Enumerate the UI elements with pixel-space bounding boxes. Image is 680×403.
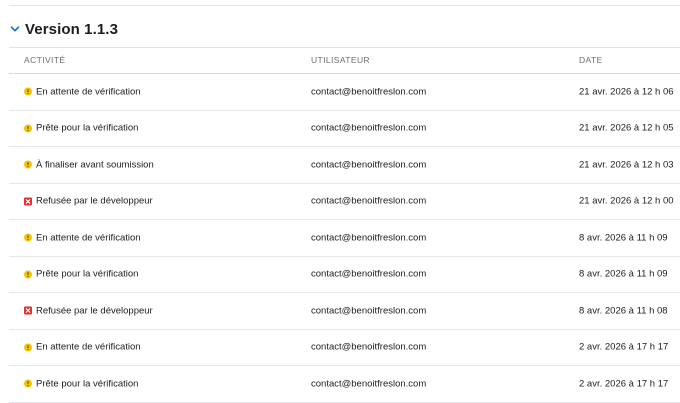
column-header-activity: ACTIVITÉ	[24, 55, 66, 65]
table-row[interactable]: Prête pour la vérification contact@benoit…	[9, 257, 680, 293]
user-email: contact@benoitfreslon.com	[311, 232, 427, 244]
warning-circle-icon	[24, 87, 32, 96]
user-email: contact@benoitfreslon.com	[311, 341, 427, 353]
activity-table: ACTIVITÉ UTILISATEUR DATE En attente de …	[9, 47, 680, 403]
warning-circle-icon	[24, 124, 32, 133]
activity-label: Prête pour la vérification	[36, 378, 139, 390]
activity-date: 21 avr. 2026 à 12 h 05	[579, 122, 674, 134]
activity-cell: Prête pour la vérification	[24, 123, 138, 134]
warning-circle-icon	[24, 379, 32, 388]
activity-label: En attente de vérification	[36, 86, 141, 98]
warning-circle-icon	[24, 270, 32, 279]
activity-cell: En attente de vérification	[24, 342, 141, 353]
user-email: contact@benoitfreslon.com	[311, 159, 427, 171]
activity-cell: À finaliser avant soumission	[24, 159, 154, 170]
activity-label: Refusée par le développeur	[36, 305, 153, 317]
activity-cell: En attente de vérification	[24, 232, 141, 243]
activity-date: 8 avr. 2026 à 11 h 09	[579, 232, 668, 244]
version-title: Version 1.1.3	[25, 20, 119, 38]
rejected-x-icon	[24, 306, 32, 315]
user-email: contact@benoitfreslon.com	[311, 268, 427, 280]
activity-label: À finaliser avant soumission	[36, 159, 154, 171]
user-email: contact@benoitfreslon.com	[311, 195, 427, 207]
activity-date: 21 avr. 2026 à 12 h 06	[579, 86, 674, 98]
activity-date: 8 avr. 2026 à 11 h 08	[579, 305, 668, 317]
table-row[interactable]: À finaliser avant soumission contact@beno…	[9, 147, 680, 184]
top-divider	[9, 5, 680, 6]
warning-circle-icon	[24, 343, 32, 352]
rejected-x-icon	[24, 197, 32, 206]
table-row[interactable]: Prête pour la vérification contact@benoit…	[9, 111, 680, 147]
activity-date: 21 avr. 2026 à 12 h 00	[579, 195, 674, 207]
table-row[interactable]: En attente de vérification contact@benoit…	[9, 220, 680, 257]
activity-cell: Refusée par le développeur	[24, 305, 153, 316]
activity-cell: Refusée par le développeur	[24, 196, 153, 207]
activity-label: Refusée par le développeur	[36, 195, 153, 207]
activity-label: Prête pour la vérification	[36, 268, 139, 280]
table-row[interactable]: Refusée par le développeur contact@benoit…	[9, 184, 680, 220]
table-row[interactable]: Refusée par le développeur contact@benoit…	[9, 293, 680, 330]
user-email: contact@benoitfreslon.com	[311, 378, 427, 390]
user-email: contact@benoitfreslon.com	[311, 86, 427, 98]
table-row[interactable]: En attente de vérification contact@benoit…	[9, 74, 680, 111]
activity-label: En attente de vérification	[36, 341, 141, 353]
warning-circle-icon	[24, 233, 32, 242]
activity-cell: Prête pour la vérification	[24, 378, 138, 389]
activity-label: Prête pour la vérification	[36, 122, 139, 134]
activity-cell: En attente de vérification	[24, 86, 141, 97]
version-section-toggle[interactable]: Version 1.1.3	[9, 19, 118, 39]
column-header-user: UTILISATEUR	[311, 55, 371, 65]
user-email: contact@benoitfreslon.com	[311, 305, 427, 317]
column-header-date: DATE	[579, 55, 603, 65]
activity-label: En attente de vérification	[36, 232, 141, 244]
table-row[interactable]: En attente de vérification contact@benoit…	[9, 330, 680, 366]
user-email: contact@benoitfreslon.com	[311, 122, 427, 134]
activity-date: 21 avr. 2026 à 12 h 03	[579, 159, 674, 171]
activity-cell: Prête pour la vérification	[24, 269, 138, 280]
chevron-down-icon	[9, 23, 21, 35]
table-body: En attente de vérification contact@benoit…	[9, 74, 680, 403]
table-row[interactable]: Prête pour la vérification contact@benoit…	[9, 366, 680, 403]
activity-date: 2 avr. 2026 à 17 h 17	[579, 341, 669, 353]
activity-date: 2 avr. 2026 à 17 h 17	[579, 378, 669, 390]
table-header: ACTIVITÉ UTILISATEUR DATE	[9, 47, 680, 74]
warning-circle-icon	[24, 160, 32, 169]
activity-date: 8 avr. 2026 à 11 h 09	[579, 268, 668, 280]
